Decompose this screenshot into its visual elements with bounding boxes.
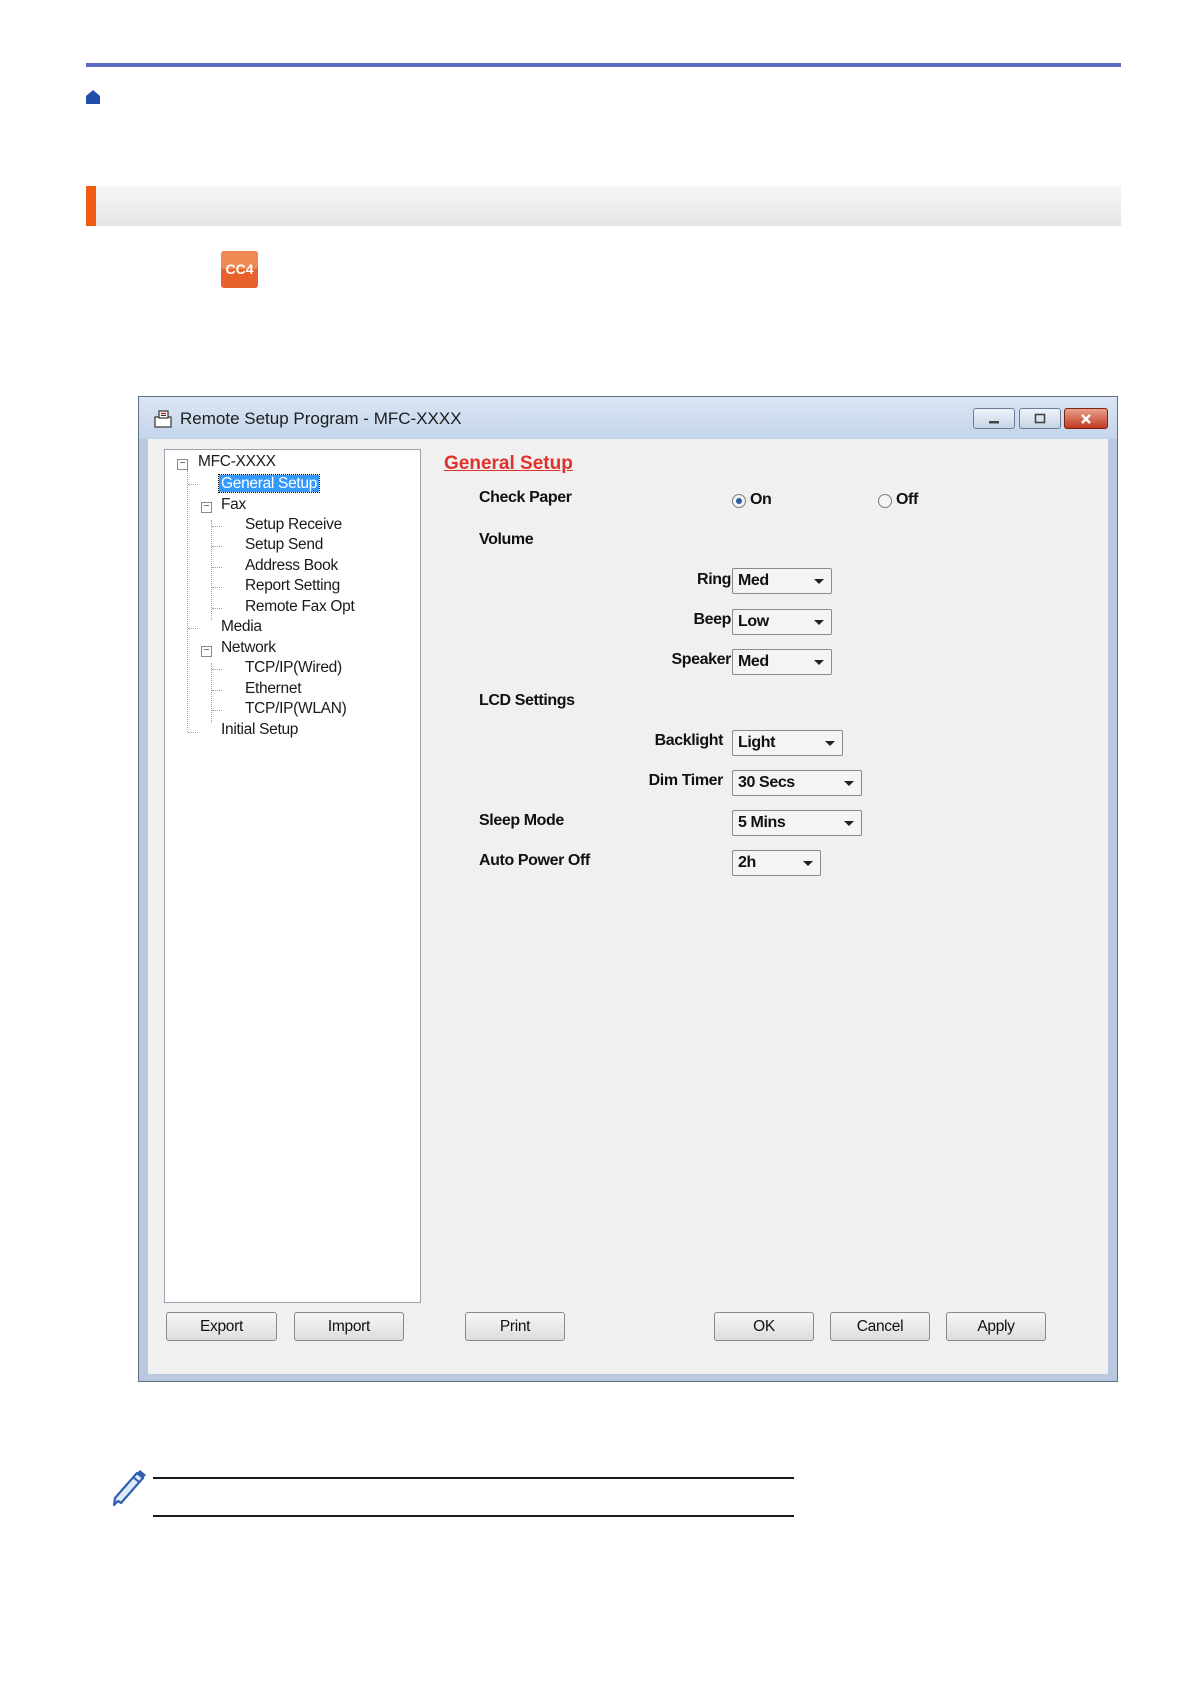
settings-tree[interactable]: − MFC-XXXX General Setup − Fax Setup Rec…	[164, 449, 421, 1303]
tree-connector	[188, 484, 198, 485]
pencil-icon	[110, 1467, 148, 1507]
chevron-down-icon	[814, 579, 824, 584]
tree-connector	[188, 732, 198, 733]
note-rule-bottom	[153, 1515, 794, 1517]
close-icon	[1081, 413, 1091, 424]
collapse-toggle-root[interactable]: −	[177, 459, 188, 470]
tree-item-network[interactable]: Network	[221, 639, 276, 657]
export-button[interactable]: Export	[166, 1312, 277, 1341]
tree-root-mfc[interactable]: MFC-XXXX	[198, 453, 276, 471]
cc4-icon: CC4	[221, 251, 258, 288]
tree-connector	[211, 663, 212, 723]
backlight-select-value: Light	[738, 734, 776, 751]
chevron-down-icon	[803, 861, 813, 866]
check-paper-off-label[interactable]: Off	[896, 491, 918, 509]
dim-timer-select[interactable]: 30 Secs	[732, 770, 862, 796]
backlight-select[interactable]: Light	[732, 730, 843, 756]
speaker-select-value: Med	[738, 653, 769, 670]
svg-text:CC4: CC4	[225, 261, 253, 277]
tree-connector	[187, 470, 188, 732]
app-window-icon	[153, 409, 173, 429]
check-paper-on-radio[interactable]	[732, 494, 746, 508]
tree-item-report-setting[interactable]: Report Setting	[245, 577, 340, 595]
check-paper-label: Check Paper	[479, 489, 572, 506]
print-button[interactable]: Print	[465, 1312, 565, 1341]
tree-connector	[212, 608, 222, 609]
window-title: Remote Setup Program - MFC-XXXX	[180, 409, 462, 428]
chevron-down-icon	[814, 660, 824, 665]
tree-connector	[211, 520, 212, 620]
tree-item-tcpip-wired[interactable]: TCP/IP(Wired)	[245, 659, 342, 677]
tree-connector	[188, 628, 198, 629]
tree-item-general-setup-label: General Setup	[217, 474, 321, 493]
backlight-label: Backlight	[654, 732, 724, 749]
title-bar[interactable]: Remote Setup Program - MFC-XXXX	[139, 397, 1117, 439]
minimize-icon	[989, 420, 999, 423]
ring-select[interactable]: Med	[732, 568, 832, 594]
collapse-toggle-fax[interactable]: −	[201, 502, 212, 513]
close-button[interactable]	[1064, 408, 1108, 429]
note-rule-top	[153, 1477, 794, 1479]
tree-connector	[212, 546, 222, 547]
cancel-button[interactable]: Cancel	[830, 1312, 930, 1341]
chevron-down-icon	[825, 741, 835, 746]
beep-select-value: Low	[738, 613, 769, 630]
minimize-button[interactable]	[973, 408, 1015, 429]
chevron-down-icon	[814, 620, 824, 625]
beep-select[interactable]: Low	[732, 609, 832, 635]
auto-power-off-select-value: 2h	[738, 854, 756, 871]
speaker-select[interactable]: Med	[732, 649, 832, 675]
tree-item-media[interactable]: Media	[221, 618, 262, 636]
maximize-icon	[1034, 413, 1046, 423]
settings-title: General Setup	[444, 453, 573, 474]
auto-power-off-select[interactable]: 2h	[732, 850, 821, 876]
section-accent	[86, 186, 96, 226]
home-icon[interactable]	[85, 89, 101, 105]
check-paper-on-label[interactable]: On	[750, 491, 772, 509]
ring-select-value: Med	[738, 572, 769, 589]
sleep-mode-label: Sleep Mode	[479, 812, 564, 829]
volume-label: Volume	[479, 531, 534, 548]
collapse-toggle-network[interactable]: −	[201, 646, 212, 657]
sleep-mode-select[interactable]: 5 Mins	[732, 810, 862, 836]
remote-setup-window: Remote Setup Program - MFC-XXXX − MFC-XX…	[138, 396, 1118, 1382]
tree-connector	[212, 567, 222, 568]
maximize-button[interactable]	[1019, 408, 1061, 429]
lcd-settings-label: LCD Settings	[479, 692, 575, 709]
apply-button[interactable]: Apply	[946, 1312, 1046, 1341]
sleep-mode-select-value: 5 Mins	[738, 814, 786, 831]
tree-item-fax[interactable]: Fax	[221, 496, 246, 514]
tree-item-tcpip-wlan[interactable]: TCP/IP(WLAN)	[245, 700, 347, 718]
tree-connector	[212, 710, 222, 711]
tree-item-initial-setup[interactable]: Initial Setup	[221, 721, 298, 739]
tree-connector	[212, 587, 222, 588]
top-rule	[86, 63, 1121, 67]
speaker-label: Speaker	[671, 651, 732, 668]
ok-button[interactable]: OK	[714, 1312, 814, 1341]
import-button[interactable]: Import	[294, 1312, 404, 1341]
ring-label: Ring	[697, 571, 731, 588]
tree-item-setup-send[interactable]: Setup Send	[245, 536, 323, 554]
dim-timer-label: Dim Timer	[648, 772, 724, 789]
tree-item-ethernet[interactable]: Ethernet	[245, 680, 302, 698]
tree-connector	[212, 690, 222, 691]
auto-power-off-label: Auto Power Off	[479, 852, 590, 869]
tree-item-remote-fax-opt[interactable]: Remote Fax Opt	[245, 598, 355, 616]
chevron-down-icon	[844, 781, 854, 786]
dialog-client-area: − MFC-XXXX General Setup − Fax Setup Rec…	[148, 439, 1108, 1374]
chevron-down-icon	[844, 821, 854, 826]
beep-label: Beep	[693, 611, 731, 628]
tree-item-general-setup[interactable]: General Setup	[217, 474, 321, 493]
tree-connector	[212, 526, 222, 527]
check-paper-off-radio[interactable]	[878, 494, 892, 508]
tree-item-setup-receive[interactable]: Setup Receive	[245, 516, 342, 534]
tree-item-address-book[interactable]: Address Book	[245, 557, 338, 575]
dim-timer-select-value: 30 Secs	[738, 774, 795, 791]
section-header-bar	[86, 186, 1121, 226]
tree-connector	[212, 669, 222, 670]
